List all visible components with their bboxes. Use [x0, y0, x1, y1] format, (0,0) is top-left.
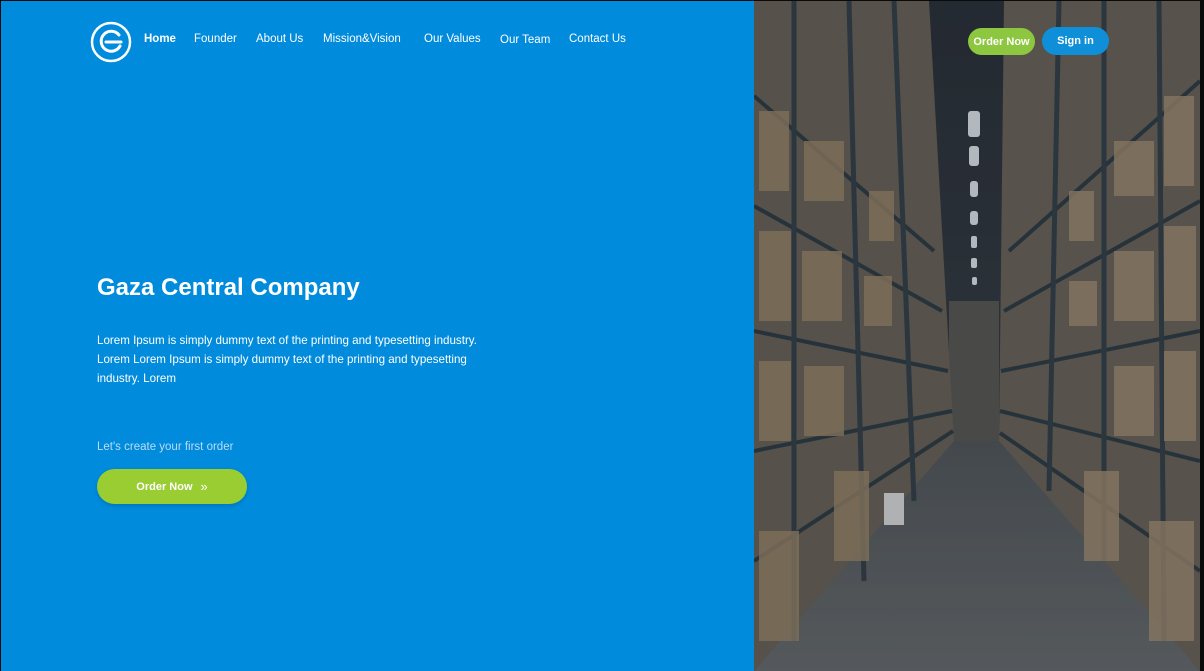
nav-contact-us[interactable]: Contact Us [569, 33, 626, 45]
company-logo-icon[interactable] [90, 21, 132, 63]
double-chevron-right-icon: » [200, 479, 208, 494]
cta-caption: Let's create your first order [97, 441, 234, 453]
hero-title: Gaza Central Company [97, 274, 360, 301]
hero-description: Lorem Ipsum is simply dummy text of the … [97, 334, 477, 385]
nav-founder[interactable]: Founder [194, 33, 237, 45]
nav-about-us[interactable]: About Us [256, 33, 303, 45]
landing-page: Home Founder About Us Mission&Vision Our… [0, 0, 1204, 671]
warehouse-image [754, 1, 1200, 671]
order-now-button[interactable]: Order Now » [97, 469, 247, 504]
sign-in-button[interactable]: Sign in [1042, 27, 1109, 55]
nav-mission-vision[interactable]: Mission&Vision [323, 33, 401, 45]
nav-home[interactable]: Home [144, 33, 176, 45]
order-now-button-label: Order Now [136, 480, 193, 493]
nav-our-team[interactable]: Our Team [500, 34, 550, 46]
nav-our-values[interactable]: Our Values [424, 33, 481, 45]
order-now-header-button[interactable]: Order Now [968, 28, 1035, 55]
